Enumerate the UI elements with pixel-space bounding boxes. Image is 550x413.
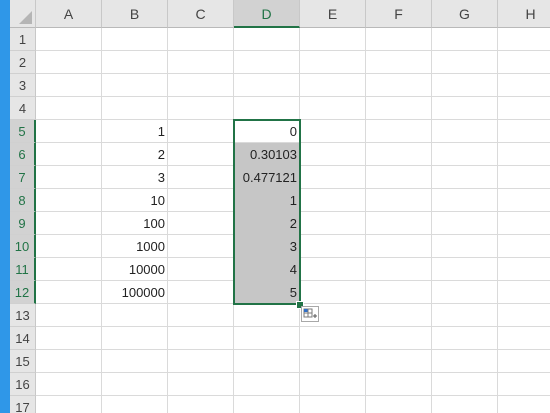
row-header-10[interactable]: 10: [10, 235, 36, 258]
cell-d12[interactable]: 5: [234, 281, 300, 304]
cell-d11[interactable]: 4: [234, 258, 300, 281]
cell-d5[interactable]: 0: [234, 120, 300, 143]
cell-d10[interactable]: 3: [234, 235, 300, 258]
row-header-5[interactable]: 5: [10, 120, 36, 143]
row-header-4[interactable]: 4: [10, 97, 36, 120]
row-header-9[interactable]: 9: [10, 212, 36, 235]
cell-d7[interactable]: 0.477121: [234, 166, 300, 189]
row-header-15[interactable]: 15: [10, 350, 36, 373]
row-header-8[interactable]: 8: [10, 189, 36, 212]
row-header-3[interactable]: 3: [10, 74, 36, 97]
cell-b6[interactable]: 2: [102, 143, 168, 166]
row-header-1[interactable]: 1: [10, 28, 36, 51]
cell-b10[interactable]: 1000: [102, 235, 168, 258]
column-header-d[interactable]: D: [234, 0, 300, 28]
quick-analysis-icon: [303, 308, 317, 318]
row-header-7[interactable]: 7: [10, 166, 36, 189]
column-header-f[interactable]: F: [366, 0, 432, 28]
row-header-2[interactable]: 2: [10, 51, 36, 74]
cell-b8[interactable]: 10: [102, 189, 168, 212]
row-header-17[interactable]: 17: [10, 396, 36, 413]
column-header-a[interactable]: A: [36, 0, 102, 28]
column-header-h[interactable]: H: [498, 0, 550, 28]
cell-b7[interactable]: 3: [102, 166, 168, 189]
select-all-triangle-icon: [19, 11, 32, 24]
column-header-c[interactable]: C: [168, 0, 234, 28]
column-header-b[interactable]: B: [102, 0, 168, 28]
cell-d9[interactable]: 2: [234, 212, 300, 235]
spreadsheet: A B C D E F G H 1 2 3 4 5 6 7 8 9 10 11 …: [0, 0, 550, 413]
quick-analysis-button[interactable]: [301, 306, 319, 322]
row-header-13[interactable]: 13: [10, 304, 36, 327]
cell-b9[interactable]: 100: [102, 212, 168, 235]
cell-d6[interactable]: 0.30103: [234, 143, 300, 166]
row-header-6[interactable]: 6: [10, 143, 36, 166]
cell-b5[interactable]: 1: [102, 120, 168, 143]
select-all-corner[interactable]: [10, 0, 36, 28]
cell-d8[interactable]: 1: [234, 189, 300, 212]
column-header-g[interactable]: G: [432, 0, 498, 28]
row-header-12[interactable]: 12: [10, 281, 36, 304]
cell-b12[interactable]: 100000: [102, 281, 168, 304]
cell-b11[interactable]: 10000: [102, 258, 168, 281]
row-header-16[interactable]: 16: [10, 373, 36, 396]
column-header-e[interactable]: E: [300, 0, 366, 28]
row-header-14[interactable]: 14: [10, 327, 36, 350]
row-header-11[interactable]: 11: [10, 258, 36, 281]
